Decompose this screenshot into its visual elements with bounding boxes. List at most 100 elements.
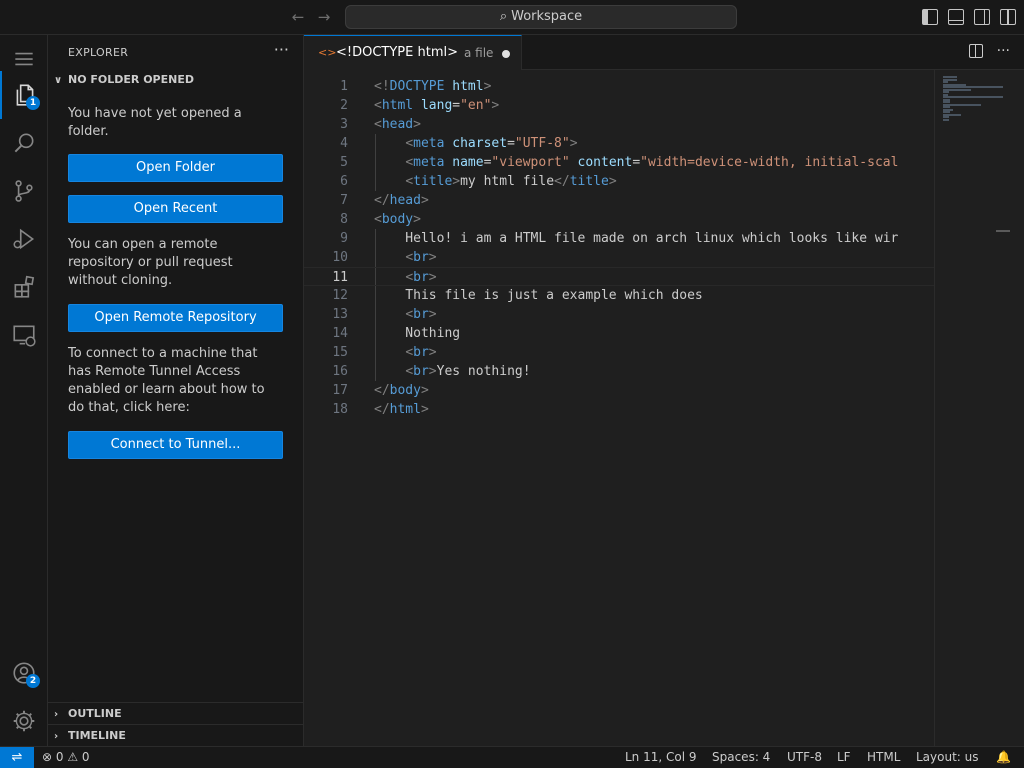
toggle-secondary-sidebar-icon[interactable] — [974, 9, 990, 25]
code-line[interactable]: 14 Nothing — [304, 324, 934, 343]
split-editor-icon[interactable] — [968, 44, 983, 58]
code-line[interactable]: 17 </body> — [304, 381, 934, 400]
connect-to-tunnel-button[interactable]: Connect to Tunnel... — [68, 431, 283, 459]
code-line[interactable]: 6 <title>my html file</title> — [304, 172, 934, 191]
gear-icon — [13, 710, 35, 732]
code-line[interactable]: 13 <br> — [304, 305, 934, 324]
code-token: title — [413, 174, 453, 189]
search-icon: ⌕ — [499, 9, 508, 24]
command-center-search[interactable]: ⌕ Workspace — [345, 5, 737, 29]
problems-indicator[interactable]: ⊗ 0 ⚠ 0 — [42, 747, 90, 768]
code-token: < — [405, 364, 414, 379]
open-remote-repository-button[interactable]: Open Remote Repository — [68, 304, 283, 332]
code-token: < — [405, 155, 414, 170]
code-token: > — [428, 250, 437, 265]
code-token: "en" — [460, 98, 492, 113]
line-number: 15 — [332, 345, 348, 360]
search-icon — [14, 133, 34, 153]
timeline-section-header[interactable]: › TIMELINE — [48, 724, 304, 746]
back-arrow-icon[interactable]: ← — [288, 8, 308, 26]
code-token: < — [405, 270, 414, 285]
code-token: > — [428, 345, 437, 360]
line-number: 11 — [332, 270, 348, 285]
run-debug-button[interactable] — [0, 215, 48, 263]
unsaved-dot-icon[interactable] — [502, 50, 510, 58]
open-recent-button[interactable]: Open Recent — [68, 195, 283, 223]
hamburger-menu-icon — [15, 52, 33, 66]
code-line[interactable]: 1 <!DOCTYPE html> — [304, 77, 934, 96]
line-content: </head> — [374, 191, 429, 210]
code-token: title — [569, 174, 609, 189]
explorer-badge: 1 — [26, 96, 40, 110]
customize-layout-icon[interactable] — [1000, 9, 1016, 25]
cursor-position[interactable]: Ln 11, Col 9 — [625, 747, 697, 768]
line-content: <br> — [374, 305, 436, 324]
code-line[interactable]: 15 <br> — [304, 343, 934, 362]
language-mode[interactable]: HTML — [867, 747, 900, 768]
code-token: html — [452, 79, 484, 94]
source-control-button[interactable] — [0, 167, 48, 215]
accounts-button[interactable]: 2 — [0, 649, 48, 697]
code-line[interactable]: 18 </html> — [304, 400, 934, 419]
notifications-bell-icon[interactable]: 🔔 — [996, 747, 1011, 768]
code-token: br — [413, 345, 429, 360]
code-token: head — [381, 117, 414, 132]
code-line[interactable]: 9 Hello! i am a HTML file made on arch l… — [304, 229, 934, 248]
code-token: lang — [420, 98, 453, 113]
line-number: 4 — [340, 136, 348, 151]
code-token: < — [405, 345, 414, 360]
tab-doctype-html[interactable]: <> <!DOCTYPE html> a file — [304, 35, 522, 70]
manage-button[interactable] — [0, 697, 48, 745]
indentation-spaces[interactable]: Spaces: 4 — [712, 747, 770, 768]
code-token: < — [405, 307, 414, 322]
outline-section-header[interactable]: › OUTLINE — [48, 702, 304, 724]
code-line[interactable]: 16 <br>Yes nothing! — [304, 362, 934, 381]
code-line[interactable]: 8 <body> — [304, 210, 934, 229]
code-token: < — [374, 117, 382, 132]
code-line[interactable]: 5 <meta name="viewport" content="width=d… — [304, 153, 934, 172]
code-token: "viewport" — [491, 155, 570, 170]
toggle-primary-sidebar-icon[interactable] — [922, 9, 938, 25]
line-content: <!DOCTYPE html> — [374, 77, 491, 96]
code-token: < — [405, 250, 414, 265]
code-token: charset — [452, 136, 508, 151]
code-line[interactable]: 7 </head> — [304, 191, 934, 210]
code-line[interactable]: 10 <br> — [304, 248, 934, 267]
end-of-line[interactable]: LF — [837, 747, 851, 768]
code-editor[interactable]: 1 <!DOCTYPE html> 2 <html lang="en"> 3 <head>… — [304, 70, 934, 746]
search-button[interactable] — [0, 119, 48, 167]
code-line[interactable]: 11 <br> — [304, 267, 934, 286]
minimap[interactable] — [934, 70, 1010, 746]
code-line[interactable]: 3 <head> — [304, 115, 934, 134]
remote-explorer-button[interactable] — [0, 311, 48, 359]
sidebar-more-actions-icon[interactable]: ··· — [274, 40, 289, 59]
forward-arrow-icon[interactable]: → — [314, 8, 334, 26]
line-content: <body> — [374, 210, 421, 229]
timeline-title: TIMELINE — [68, 729, 126, 742]
extensions-button[interactable] — [0, 263, 48, 311]
keyboard-layout[interactable]: Layout: us — [916, 747, 979, 768]
toggle-panel-icon[interactable] — [948, 9, 964, 25]
code-token: > — [413, 117, 421, 132]
code-token: > — [420, 193, 429, 208]
open-folder-button[interactable]: Open Folder — [68, 154, 283, 182]
code-line[interactable]: 2 <html lang="en"> — [304, 96, 934, 115]
explorer-button[interactable]: 1 — [0, 71, 48, 119]
code-line[interactable]: 4 <meta charset="UTF-8"> — [304, 134, 934, 153]
line-number: 3 — [340, 117, 348, 132]
code-token: <! — [374, 79, 390, 94]
status-bar: ⇌ ⊗ 0 ⚠ 0 Ln 11, Col 9 Spaces: 4 UTF-8 L… — [0, 746, 1024, 768]
code-token: br — [413, 364, 429, 379]
editor-more-actions-icon[interactable]: ··· — [997, 44, 1010, 58]
chevron-down-icon: ∨ — [54, 75, 63, 86]
remote-indicator-icon[interactable]: ⇌ — [0, 747, 34, 768]
no-folder-section-header[interactable]: ∨ NO FOLDER OPENED — [48, 69, 304, 91]
code-token: > — [452, 174, 461, 189]
code-line[interactable]: 12 This file is just a example which doe… — [304, 286, 934, 305]
code-token: < — [405, 136, 414, 151]
file-encoding[interactable]: UTF-8 — [787, 747, 822, 768]
